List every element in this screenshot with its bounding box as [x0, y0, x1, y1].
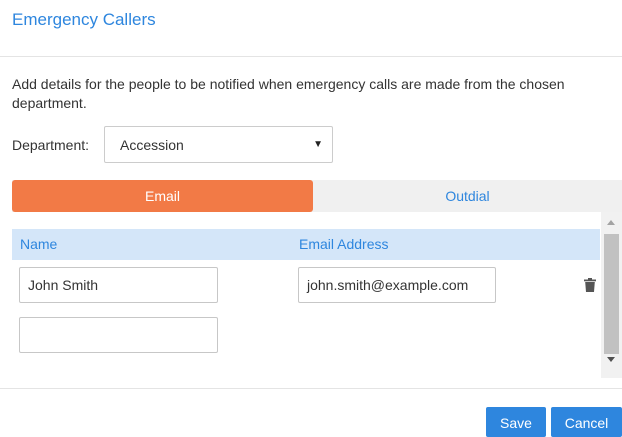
- email-input[interactable]: john.smith@example.com: [298, 267, 496, 303]
- department-label: Department:: [12, 137, 90, 153]
- scroll-down-icon[interactable]: [607, 357, 615, 362]
- dialog-title: Emergency Callers: [12, 10, 156, 29]
- cancel-button[interactable]: Cancel: [551, 407, 622, 437]
- trash-icon[interactable]: [584, 278, 596, 292]
- tab-outdial[interactable]: Outdial: [313, 180, 622, 212]
- name-input[interactable]: John Smith: [19, 267, 218, 303]
- scroll-thumb[interactable]: [604, 234, 619, 354]
- tab-email[interactable]: Email: [12, 180, 313, 212]
- scroll-up-icon[interactable]: [607, 220, 615, 225]
- new-name-input[interactable]: [19, 317, 218, 353]
- save-button[interactable]: Save: [486, 407, 546, 437]
- top-divider: [0, 56, 622, 57]
- department-select[interactable]: Accession ▼: [104, 126, 333, 163]
- column-header-email: Email Address: [299, 236, 389, 252]
- chevron-down-icon: ▼: [313, 139, 323, 150]
- scrollbar[interactable]: [601, 212, 622, 378]
- table-header-row: Name Email Address: [12, 229, 600, 260]
- bottom-divider: [0, 388, 622, 389]
- callers-list: Name Email Address John Smith john.smith…: [12, 212, 622, 378]
- tab-bar: Email Outdial: [12, 180, 622, 212]
- column-header-name: Name: [20, 236, 58, 252]
- dialog-description: Add details for the people to be notifie…: [12, 76, 565, 111]
- department-select-value: Accession: [120, 137, 184, 153]
